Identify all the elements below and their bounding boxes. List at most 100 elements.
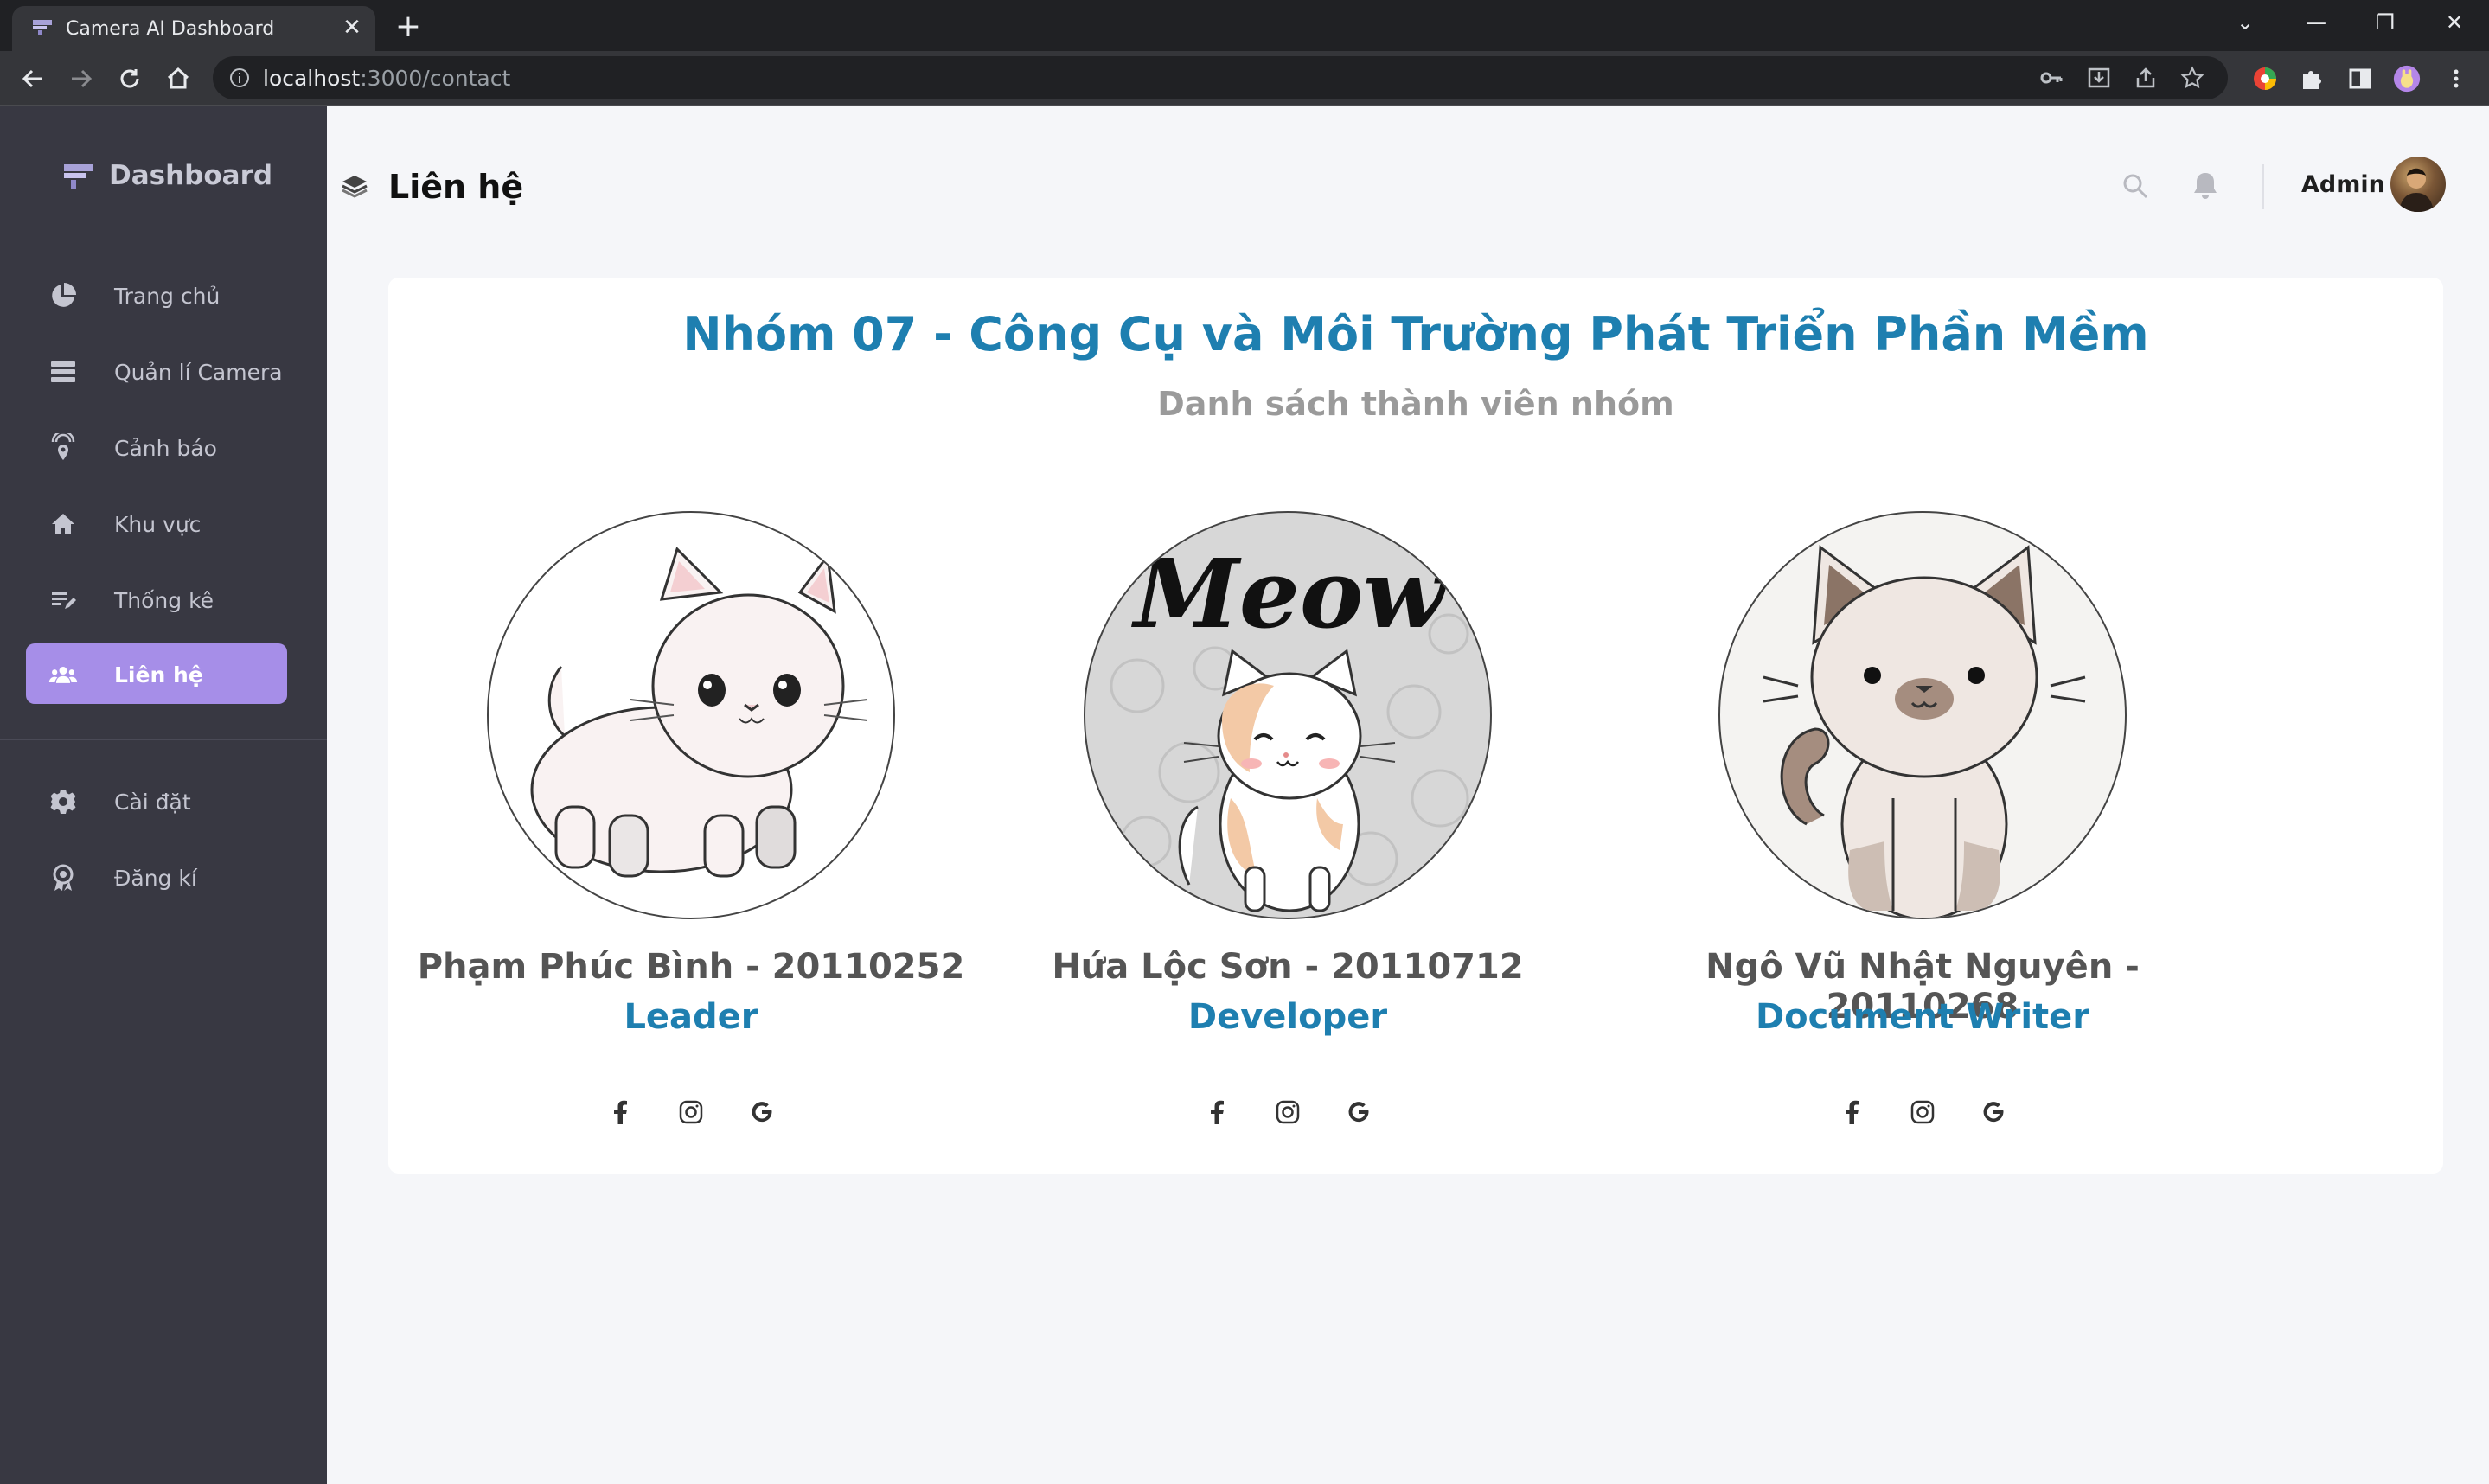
team-title: Nhóm 07 - Công Cụ và Môi Trường Phát Tri… (682, 307, 2149, 361)
meow-logo-text: Meow (1130, 538, 1448, 649)
sidebar-item-label: Thống kê (114, 588, 214, 613)
sidebar-brand[interactable]: Dashboard (62, 160, 272, 191)
home-icon (48, 509, 78, 539)
share-icon[interactable] (2133, 65, 2159, 91)
sidebar: Dashboard Trang chủ Quản lí Camera Cảnh … (0, 106, 327, 1484)
browser-tabstrip: Camera AI Dashboard ✕ + ⌄ — ❐ ✕ (0, 0, 2489, 51)
location-signal-icon (48, 433, 78, 463)
address-bar[interactable]: localhost:3000/contact (213, 56, 2228, 99)
siamese-cat-illustration (1763, 545, 2086, 918)
sidebar-item-thong-ke[interactable]: Thống kê (26, 569, 287, 630)
page-header: Liên hệ Admin (327, 106, 2489, 265)
extensions-puzzle-icon[interactable] (2298, 65, 2326, 93)
dashboard-favicon-icon (33, 20, 52, 35)
facebook-icon[interactable] (607, 1099, 633, 1125)
instagram-icon[interactable] (1275, 1099, 1301, 1125)
server-list-icon (48, 357, 78, 387)
arrow-right-icon (72, 69, 93, 88)
sidebar-item-lien-he[interactable]: Liên hệ (26, 643, 287, 704)
sidebar-item-trang-chu[interactable]: Trang chủ (26, 265, 287, 325)
color-extension-icon[interactable] (2251, 65, 2279, 93)
member-role: Document Writer (1755, 997, 2090, 1037)
reload-button[interactable] (111, 60, 149, 98)
avatar-photo-icon (2399, 168, 2434, 212)
reload-icon (120, 69, 139, 88)
browser-toolbar: localhost:3000/contact (0, 51, 2489, 106)
minimize-button[interactable]: — (2290, 3, 2342, 42)
sidebar-item-quan-li-camera[interactable]: Quản lí Camera (26, 341, 287, 401)
facebook-icon[interactable] (1204, 1099, 1230, 1125)
search-icon[interactable] (2121, 171, 2150, 201)
avatar[interactable] (2390, 157, 2446, 212)
white-cat-illustration (530, 547, 868, 878)
layers-icon (342, 176, 368, 198)
member-name: Hứa Lộc Sơn - 20110712 (1052, 947, 1524, 987)
brand-text: Dashboard (109, 160, 273, 191)
sidebar-item-label: Liên hệ (114, 662, 203, 688)
google-icon[interactable] (749, 1099, 775, 1125)
member-photo: Meow (1084, 511, 1492, 919)
member-card-1: Phạm Phúc Bình - 20110252 Leader (388, 511, 994, 1168)
team-card: Nhóm 07 - Công Cụ và Môi Trường Phát Tri… (388, 278, 2443, 1174)
sidebar-item-cai-dat[interactable]: Cài đặt (26, 771, 287, 831)
info-icon[interactable] (228, 67, 251, 89)
edit-list-icon (48, 585, 78, 615)
award-icon (48, 863, 78, 892)
sidebar-divider (0, 739, 327, 740)
arrow-left-icon (22, 69, 42, 88)
member-socials (1620, 1099, 2225, 1125)
team-subtitle: Danh sách thành viên nhóm (1157, 385, 1674, 423)
users-icon (48, 660, 78, 689)
url-path: :3000/contact (360, 66, 511, 91)
home-button[interactable] (159, 60, 197, 98)
install-icon[interactable] (2086, 65, 2112, 91)
pie-chart-icon (48, 281, 78, 310)
member-socials (388, 1099, 994, 1125)
bookmark-star-icon[interactable] (2179, 65, 2205, 91)
sidebar-item-khu-vuc[interactable]: Khu vực (26, 493, 287, 553)
browser-tab[interactable]: Camera AI Dashboard ✕ (12, 6, 375, 51)
sidebar-item-label: Cài đặt (114, 790, 191, 815)
user-name[interactable]: Admin (2301, 171, 2385, 198)
tab-search-icon[interactable]: ⌄ (2219, 3, 2271, 42)
sidebar-item-label: Cảnh báo (114, 436, 217, 461)
bell-icon[interactable] (2191, 170, 2220, 201)
sidebar-item-label: Trang chủ (114, 284, 221, 309)
restore-button[interactable]: ❐ (2359, 3, 2411, 42)
member-role: Leader (624, 997, 758, 1037)
google-icon[interactable] (1346, 1099, 1372, 1125)
member-name: Phạm Phúc Bình - 20110252 (417, 947, 965, 987)
sidebar-item-dang-ki[interactable]: Đăng kí (26, 847, 287, 907)
page-title: Liên hệ (388, 168, 524, 206)
member-card-2: Meow Hứa Lộc Sơn - 20110712 Developer (985, 511, 1590, 1168)
member-photo (1718, 511, 2127, 919)
new-tab-button[interactable]: + (389, 8, 427, 46)
instagram-icon[interactable] (1910, 1099, 1936, 1125)
url-text[interactable]: localhost:3000/contact (263, 66, 510, 91)
dashboard-logo-icon (64, 164, 93, 189)
header-divider (2262, 164, 2264, 209)
gear-icon (48, 787, 78, 816)
browser-menu-icon[interactable] (2442, 65, 2470, 93)
google-icon[interactable] (1980, 1099, 2006, 1125)
member-role: Developer (1187, 997, 1388, 1037)
profile-avatar-icon[interactable] (2393, 65, 2421, 93)
instagram-icon[interactable] (678, 1099, 704, 1125)
meow-cat-illustration: Meow (1110, 538, 1469, 912)
facebook-icon[interactable] (1839, 1099, 1865, 1125)
home-outline-icon (167, 67, 189, 89)
member-socials (985, 1099, 1590, 1125)
side-panel-icon[interactable] (2346, 65, 2374, 93)
sidebar-item-label: Quản lí Camera (114, 360, 283, 385)
sidebar-item-label: Đăng kí (114, 866, 197, 891)
key-icon[interactable] (2038, 65, 2064, 91)
sidebar-item-canh-bao[interactable]: Cảnh báo (26, 417, 287, 477)
close-window-button[interactable]: ✕ (2428, 3, 2480, 42)
forward-button[interactable] (62, 60, 100, 98)
tab-close-button[interactable]: ✕ (337, 13, 367, 42)
url-host: localhost (263, 66, 361, 91)
member-card-3: Ngô Vũ Nhật Nguyên - 20110268 Document W… (1620, 511, 2225, 1168)
back-button[interactable] (14, 60, 52, 98)
sidebar-item-label: Khu vực (114, 512, 202, 537)
tab-title: Camera AI Dashboard (66, 18, 275, 40)
